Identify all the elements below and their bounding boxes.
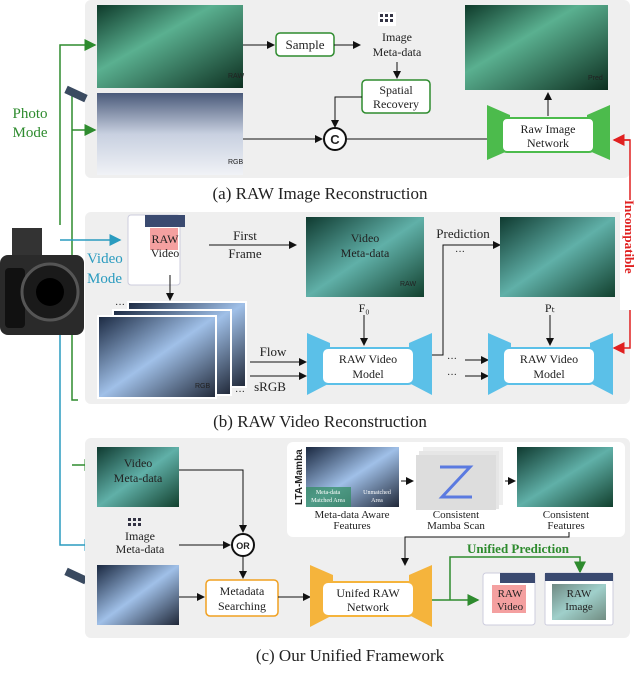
image-meta-label: Meta-data	[373, 45, 422, 59]
lta-mamba-title: LTA-Mamba	[294, 449, 305, 505]
model-label: RAW Video	[339, 352, 397, 366]
raw-image-thumb	[97, 5, 243, 88]
video-mode-label: Video	[87, 251, 123, 267]
network-label: Raw Image	[521, 122, 576, 136]
network-label: Network	[527, 136, 569, 150]
raw-tag: RAW	[228, 73, 244, 80]
image-metadata-icon	[378, 12, 396, 26]
network-label: Network	[347, 600, 389, 614]
model-label: Model	[533, 367, 565, 381]
raw-image-label: Image	[565, 601, 593, 613]
consistent-features-thumb	[517, 447, 613, 507]
rgb-tag: RGB	[195, 383, 211, 390]
unmatched-label: Area	[371, 498, 383, 504]
unified-prediction-label: Unified Prediction	[467, 541, 570, 556]
video-meta-label: Video	[351, 231, 380, 245]
first-frame-label: Frame	[228, 246, 261, 261]
sensor-chip-icon	[64, 567, 88, 585]
pred-image-thumb	[465, 5, 608, 90]
ellipsis: ···	[235, 387, 245, 398]
ellipsis: ···	[115, 300, 125, 311]
raw-image-output-icon: RAW Image	[544, 572, 614, 626]
raw-tag: RAW	[400, 281, 416, 288]
pred-tag: Pred	[588, 75, 603, 82]
f3-label: Features	[547, 520, 584, 532]
prediction-label: Prediction	[436, 226, 490, 241]
search-label: Searching	[218, 599, 266, 613]
or-label: OR	[236, 541, 250, 551]
image-meta-label: Meta-data	[116, 542, 165, 556]
image-meta-label: Image	[382, 30, 412, 44]
video-meta-label: Video	[124, 456, 153, 470]
raw-video-output-icon: RAW Video	[482, 572, 536, 626]
f1-label: Features	[333, 520, 370, 532]
rgb-input-thumb	[97, 565, 179, 625]
raw-image-label: RAW	[567, 588, 592, 600]
ellipsis: ···	[447, 354, 457, 365]
first-frame-label: First	[233, 228, 257, 243]
raw-video-label: Video	[151, 246, 180, 260]
diagram: RAW RGB Sample Image Meta-data Spatial R…	[0, 0, 638, 665]
f2-label: Mamba Scan	[427, 520, 485, 532]
caption-a: (a) RAW Image Reconstruction	[212, 184, 428, 203]
photo-mode-label: Mode	[13, 125, 48, 141]
raw-video-icon: RAW Video	[127, 214, 185, 286]
caption-b: (b) RAW Video Reconstruction	[213, 412, 427, 431]
sample-label: Sample	[286, 37, 325, 52]
video-mode-label: Mode	[87, 271, 122, 287]
unmatched-label: Unmatched	[363, 490, 391, 496]
flow-label: Flow	[260, 344, 287, 359]
raw-video-label: Video	[497, 601, 524, 613]
concat-label: C	[330, 132, 340, 147]
rgb-tag: RGB	[228, 159, 244, 166]
video-meta-label: Meta-data	[114, 471, 163, 485]
sensor-chip-icon	[64, 85, 88, 103]
raw-video-label: RAW	[151, 232, 179, 246]
caption-c: (c) Our Unified Framework	[256, 646, 445, 665]
model-label: RAW Video	[520, 352, 578, 366]
ellipsis: ···	[455, 247, 465, 258]
spatial-label: Spatial	[379, 83, 413, 97]
search-label: Metadata	[220, 584, 265, 598]
photo-mode-label: Photo	[12, 106, 47, 122]
f0-label: F₀	[359, 301, 370, 315]
video-meta-label: Meta-data	[341, 246, 390, 260]
image-meta-label: Image	[125, 529, 155, 543]
matched-label: Matched Area	[311, 498, 345, 504]
ellipsis: ···	[447, 370, 457, 381]
pt-label: Pₜ	[545, 301, 555, 315]
srgb-label: sRGB	[254, 379, 286, 394]
prediction-thumb	[500, 217, 615, 297]
model-label: Model	[352, 367, 384, 381]
network-label: Unifed RAW	[336, 586, 400, 600]
rgb-image-thumb	[97, 93, 243, 175]
raw-video-label: RAW	[498, 588, 523, 600]
incompatible-label: Incompatible	[622, 200, 637, 274]
matched-label: Meta-data	[316, 490, 341, 496]
spatial-label: Recovery	[373, 97, 419, 111]
